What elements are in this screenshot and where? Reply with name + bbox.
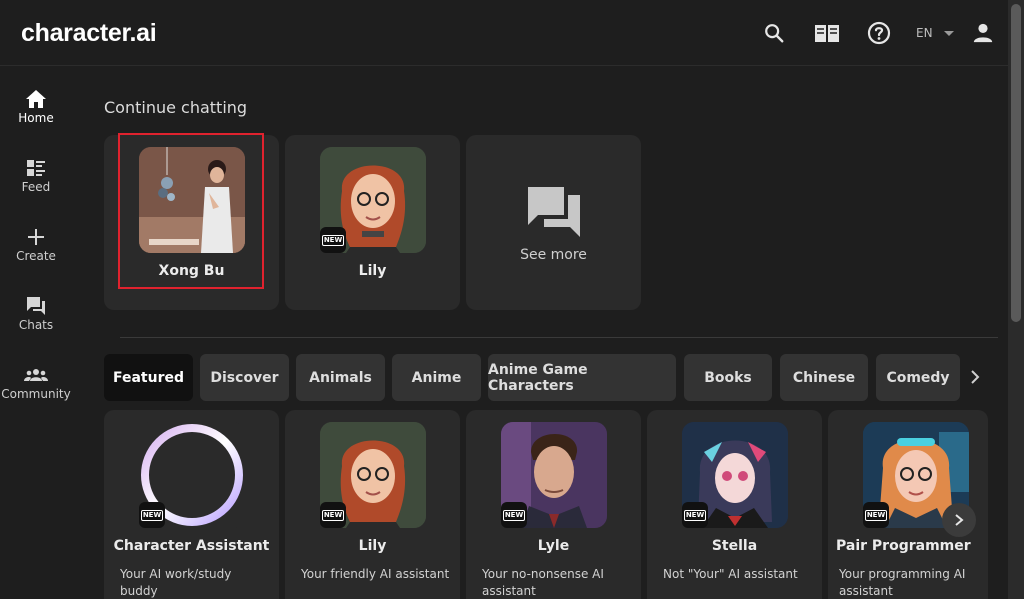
character-name: Stella — [711, 538, 758, 554]
character-description: Your programming AI assistant — [839, 567, 966, 598]
character-name: Character Assistant — [113, 538, 270, 554]
tab-books[interactable]: Books — [684, 354, 772, 401]
sidebar-item-feed[interactable]: Feed — [0, 144, 72, 200]
see-more-card[interactable]: See more — [466, 135, 641, 310]
continue-chatting-title: Continue chatting — [104, 98, 248, 117]
tab-featured[interactable]: Featured — [104, 354, 193, 401]
character-description: Your no-nonsense AI assistant — [482, 567, 604, 598]
tab-comedy[interactable]: Comedy — [876, 354, 960, 401]
character-name: Lily — [358, 263, 387, 279]
search-icon[interactable] — [761, 20, 787, 46]
character-description: Not "Your" AI assistant — [663, 567, 798, 581]
featured-card-lyle[interactable]: NEW Lyle Your no-nonsense AI assistant — [466, 410, 641, 599]
scrollbar-thumb[interactable] — [1011, 4, 1021, 322]
new-badge: NEW — [863, 502, 889, 528]
character-description: Your AI work/study buddy — [120, 567, 232, 598]
book-icon[interactable] — [814, 20, 840, 46]
chevron-down-icon[interactable] — [944, 31, 954, 36]
help-icon[interactable] — [866, 20, 892, 46]
sidebar-item-community[interactable]: Community — [0, 351, 72, 407]
continue-card-lily[interactable]: NEW Lily — [285, 135, 460, 310]
community-icon — [24, 369, 48, 381]
character-name: Lily — [358, 538, 387, 554]
chevron-right-icon — [955, 514, 964, 526]
new-badge: NEW — [501, 502, 527, 528]
chevron-right-icon[interactable] — [966, 368, 984, 386]
carousel-next-button[interactable] — [942, 503, 976, 537]
sidebar-item-label: Create — [16, 249, 56, 263]
chats-icon — [528, 187, 580, 237]
feed-icon — [27, 160, 45, 176]
user-icon[interactable] — [970, 20, 996, 46]
new-badge: NEW — [320, 502, 346, 528]
sidebar-item-label: Chats — [18, 318, 54, 332]
sidebar-item-create[interactable]: Create — [0, 213, 72, 269]
featured-card-stella[interactable]: NEW Stella Not "Your" AI assistant — [647, 410, 822, 599]
tab-anime[interactable]: Anime — [392, 354, 481, 401]
top-bar: character.ai EN — [0, 0, 1008, 66]
plus-icon — [28, 229, 44, 245]
character-name: Lyle — [537, 538, 570, 554]
chats-icon — [27, 297, 45, 315]
new-badge: NEW — [682, 502, 708, 528]
character-name: Pair Programmer — [836, 538, 971, 554]
featured-card-character-assistant[interactable]: NEW Character Assistant Your AI work/stu… — [104, 410, 279, 599]
new-badge: NEW — [320, 227, 346, 253]
selection-highlight — [118, 133, 264, 289]
new-badge: NEW — [139, 502, 165, 528]
see-more-label: See more — [520, 247, 587, 263]
tab-chinese[interactable]: Chinese — [780, 354, 868, 401]
sidebar-item-label: Home — [18, 111, 54, 125]
tab-animals[interactable]: Animals — [296, 354, 385, 401]
sidebar-item-label: Feed — [21, 180, 51, 194]
sidebar-item-label: Community — [1, 387, 71, 401]
logo[interactable]: character.ai — [21, 19, 157, 48]
language-selector[interactable]: EN — [916, 26, 933, 40]
sidebar-item-chats[interactable]: Chats — [0, 282, 72, 338]
home-icon — [26, 90, 46, 108]
sidebar-item-home[interactable]: Home — [0, 75, 72, 131]
tab-anime-game-characters[interactable]: Anime Game Characters — [488, 354, 676, 401]
divider — [120, 337, 998, 338]
character-description: Your friendly AI assistant — [301, 567, 450, 581]
tab-discover[interactable]: Discover — [200, 354, 289, 401]
featured-card-lily[interactable]: NEW Lily Your friendly AI assistant — [285, 410, 460, 599]
